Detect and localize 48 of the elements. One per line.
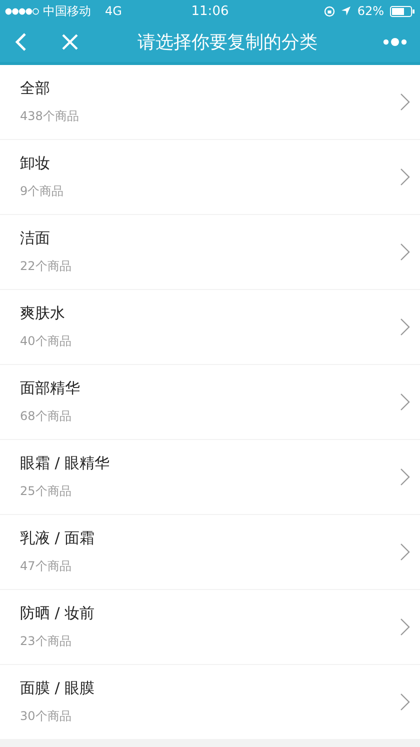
item-count: 68个商品 [20,408,72,425]
category-name: 爽肤水 [20,304,66,323]
item-count: 25个商品 [20,483,72,500]
category-name: 卸妆 [20,154,51,173]
category-name: 面部精华 [20,379,80,398]
category-name: 防晒 / 妆前 [20,604,95,623]
category-item[interactable]: 乳液 / 面霜 47个商品 [0,515,420,589]
chevron-right-icon [400,318,410,336]
item-count: 9个商品 [20,183,64,200]
category-name: 面膜 / 眼膜 [20,679,95,698]
category-name: 全部 [20,79,51,98]
item-count: 22个商品 [20,258,72,275]
category-item[interactable]: 面部精华 68个商品 [0,365,420,439]
category-item[interactable]: 全部 438个商品 [0,65,420,139]
category-name: 洁面 [20,229,51,248]
chevron-right-icon [400,468,410,486]
carrier-name: 中国移动 [43,2,91,20]
category-name: 乳液 / 面霜 [20,529,95,548]
category-item[interactable]: 面膜 / 眼膜 30个商品 [0,665,420,739]
page-title: 请选择你要复制的分类 [136,31,318,54]
item-count: 23个商品 [20,633,72,650]
chevron-right-icon [400,168,410,186]
close-icon [62,34,78,50]
network-type: 4G [105,4,122,18]
signal-icon [5,8,39,14]
item-count: 30个商品 [20,708,72,725]
item-count: 438个商品 [20,108,79,125]
category-item[interactable]: 爽肤水 40个商品 [0,290,420,364]
back-icon [15,32,27,52]
chevron-right-icon [400,93,410,111]
item-count: 47个商品 [20,558,72,575]
category-item[interactable]: 防晒 / 妆前 23个商品 [0,590,420,664]
more-icon [383,37,407,47]
battery-icon [390,6,415,16]
chevron-right-icon [400,693,410,711]
category-item[interactable]: 卸妆 9个商品 [0,140,420,214]
status-time: 11:06 [191,4,229,18]
item-count: 40个商品 [20,333,72,350]
category-name: 眼霜 / 眼精华 [20,454,110,473]
category-item[interactable]: 洁面 22个商品 [0,215,420,289]
orientation-lock-icon [324,6,336,16]
chevron-right-icon [400,618,410,636]
category-item[interactable]: 眼霜 / 眼精华 25个商品 [0,440,420,514]
chevron-right-icon [400,543,410,561]
location-arrow-icon [341,6,352,16]
chevron-right-icon [400,393,410,411]
chevron-right-icon [400,243,410,261]
battery-percent: 62% [357,4,384,18]
